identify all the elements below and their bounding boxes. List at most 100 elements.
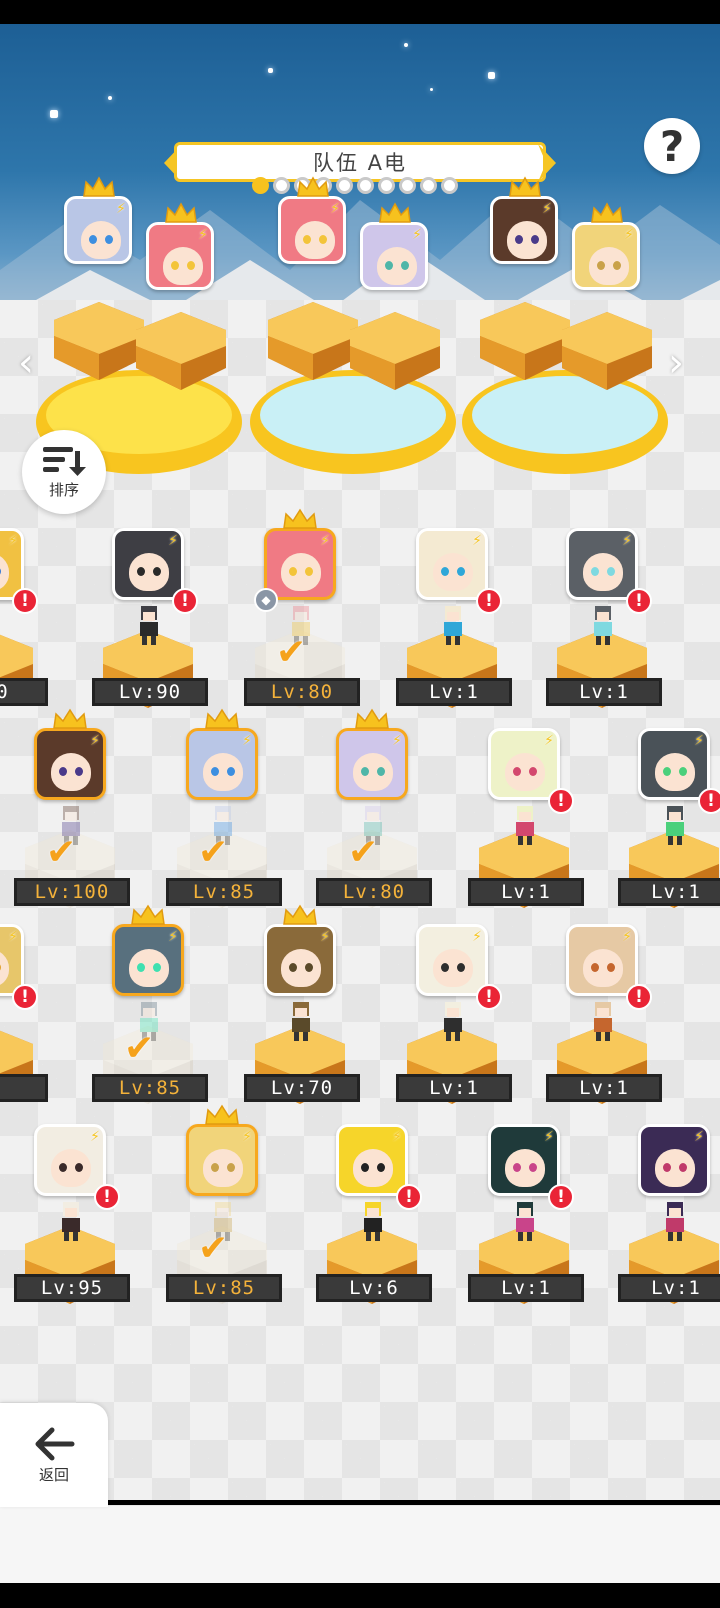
eye bbox=[679, 767, 687, 776]
character-card[interactable]: ⚡ ! Lv:1 bbox=[618, 728, 720, 918]
character-card[interactable]: ⚡ ! Lv:1 bbox=[468, 728, 584, 918]
eye bbox=[607, 963, 615, 972]
team-page-dot[interactable] bbox=[252, 177, 269, 194]
team-page-dot[interactable] bbox=[441, 177, 458, 194]
alert-badge-icon: ! bbox=[476, 984, 502, 1010]
eye bbox=[153, 963, 161, 972]
character-card[interactable]: ✔ ⚡ Lv:85 bbox=[166, 708, 282, 918]
eye bbox=[59, 1163, 67, 1172]
navigation-bar bbox=[0, 1583, 720, 1608]
slot-next-arrow[interactable]: › bbox=[668, 340, 684, 386]
crown-icon bbox=[205, 1104, 239, 1125]
character-card[interactable]: ✔ ⚡ Lv:85 bbox=[166, 1104, 282, 1314]
eye bbox=[303, 235, 311, 244]
eye bbox=[663, 1163, 671, 1172]
character-portrait: ⚡ bbox=[416, 924, 488, 996]
electric-element-icon: ⚡ bbox=[8, 533, 18, 549]
eye bbox=[679, 1163, 687, 1172]
character-portrait: ⚡ bbox=[638, 728, 710, 800]
electric-element-icon: ⚡ bbox=[8, 929, 18, 945]
slot-member-portrait[interactable]: ⚡ bbox=[64, 196, 132, 264]
electric-element-icon: ⚡ bbox=[624, 227, 634, 243]
level-label: Lv:1 bbox=[546, 678, 662, 706]
team-name-label: 队伍 A电 bbox=[174, 142, 546, 182]
portrait-face bbox=[505, 1149, 545, 1187]
eye bbox=[361, 767, 369, 776]
electric-element-icon: ⚡ bbox=[392, 733, 402, 749]
crown-icon bbox=[283, 904, 317, 925]
eye bbox=[305, 963, 313, 972]
eye bbox=[613, 261, 621, 270]
team-page-dot[interactable] bbox=[273, 177, 290, 194]
character-portrait: ⚡ bbox=[112, 528, 184, 600]
team-page-dot[interactable] bbox=[399, 177, 416, 194]
team-page-dot[interactable] bbox=[378, 177, 395, 194]
team-page-indicator[interactable] bbox=[252, 177, 458, 194]
slot-member-portrait[interactable]: ⚡ bbox=[278, 196, 346, 264]
eye bbox=[319, 235, 327, 244]
slot-member-portrait[interactable]: ⚡ bbox=[490, 196, 558, 264]
slot-pedestal bbox=[132, 310, 228, 394]
electric-element-icon: ⚡ bbox=[320, 533, 330, 549]
level-label: Lv:1 bbox=[396, 678, 512, 706]
electric-element-icon: ⚡ bbox=[116, 201, 126, 217]
character-card[interactable]: ✔ ⚡ ◆ Lv:80 bbox=[244, 508, 360, 718]
slot-prev-arrow[interactable]: ‹ bbox=[18, 340, 34, 386]
slot-member-portrait[interactable]: ⚡ bbox=[146, 222, 214, 290]
alert-badge-icon: ! bbox=[698, 788, 720, 814]
team-page-dot[interactable] bbox=[336, 177, 353, 194]
game-screen: 队伍 A电 ? ‹ › ⚡ ⚡ ⚡ ⚡ ⚡ ⚡ ⚡ ! 0 ⚡ ! Lv:90 … bbox=[0, 0, 720, 1608]
sort-button[interactable]: 排序 bbox=[22, 430, 106, 514]
star-sparkle bbox=[404, 43, 408, 47]
character-portrait: ⚡ bbox=[186, 1124, 258, 1196]
slot-member-portrait[interactable]: ⚡ bbox=[360, 222, 428, 290]
bottom-panel bbox=[0, 1505, 720, 1583]
character-card[interactable]: ⚡ ! Lv:95 bbox=[14, 1124, 130, 1314]
crown-icon bbox=[590, 202, 624, 224]
selected-check-icon: ✔ bbox=[348, 832, 379, 873]
character-portrait: ⚡ bbox=[488, 728, 560, 800]
pixel-sprite bbox=[444, 606, 462, 645]
eye bbox=[289, 963, 297, 972]
eye bbox=[591, 567, 599, 576]
slot-pedestal bbox=[558, 310, 654, 394]
character-card[interactable]: ⚡ Lv:1 bbox=[618, 1124, 720, 1314]
electric-element-icon: ⚡ bbox=[242, 733, 252, 749]
portrait-face bbox=[203, 753, 243, 791]
character-card[interactable]: ⚡ ! Lv:1 bbox=[546, 924, 662, 1114]
character-card[interactable]: ✔ ⚡ Lv:100 bbox=[14, 708, 130, 918]
character-card[interactable]: ⚡ ! Lv:6 bbox=[316, 1124, 432, 1314]
character-card[interactable]: ⚡ ! Lv:1 bbox=[468, 1124, 584, 1314]
slot-member-portrait[interactable]: ⚡ bbox=[572, 222, 640, 290]
portrait-face bbox=[51, 1149, 91, 1187]
level-label: Lv:80 bbox=[244, 678, 360, 706]
alert-badge-icon: ! bbox=[548, 1184, 574, 1210]
team-page-dot[interactable] bbox=[357, 177, 374, 194]
electric-element-icon: ⚡ bbox=[392, 1129, 402, 1145]
eye bbox=[441, 567, 449, 576]
character-portrait: ⚡ bbox=[336, 1124, 408, 1196]
character-card[interactable]: ⚡ ! 95 bbox=[0, 924, 48, 1114]
eye bbox=[401, 261, 409, 270]
character-card[interactable]: ⚡ Lv:70 bbox=[244, 904, 360, 1114]
character-card[interactable]: ⚡ ! Lv:1 bbox=[396, 924, 512, 1114]
eye bbox=[457, 567, 465, 576]
character-portrait: ⚡ bbox=[186, 728, 258, 800]
character-card[interactable]: ⚡ ! Lv:1 bbox=[546, 528, 662, 718]
electric-element-icon: ⚡ bbox=[542, 201, 552, 217]
character-card[interactable]: ✔ ⚡ Lv:80 bbox=[316, 708, 432, 918]
eye bbox=[75, 767, 83, 776]
team-page-dot[interactable] bbox=[420, 177, 437, 194]
level-label: 95 bbox=[0, 1074, 48, 1102]
alert-badge-icon: ! bbox=[172, 588, 198, 614]
character-portrait: ⚡ bbox=[34, 1124, 106, 1196]
character-card[interactable]: ⚡ ! 100 bbox=[0, 528, 48, 718]
crown-icon bbox=[131, 904, 165, 925]
character-card[interactable]: ✔ ⚡ Lv:85 bbox=[92, 904, 208, 1114]
character-card[interactable]: ⚡ ! Lv:1 bbox=[396, 528, 512, 718]
alert-badge-icon: ! bbox=[94, 1184, 120, 1210]
help-button[interactable]: ? bbox=[644, 118, 700, 174]
character-card[interactable]: ⚡ ! Lv:90 bbox=[92, 528, 208, 718]
back-button[interactable]: 返回 bbox=[0, 1403, 108, 1507]
portrait-face bbox=[655, 753, 695, 791]
